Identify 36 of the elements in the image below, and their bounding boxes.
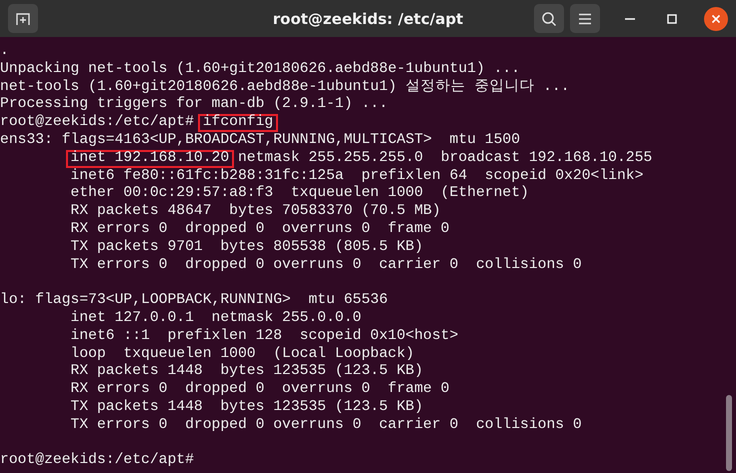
new-tab-button[interactable] xyxy=(8,4,38,33)
close-icon xyxy=(711,14,721,24)
terminal-text: TX errors 0 dropped 0 overruns 0 carrier 0 collisions 0 xyxy=(70,416,582,435)
terminal-text: . xyxy=(0,43,9,61)
terminal-text: loop txqueuelen 1000 (Local Loopback) xyxy=(70,346,414,363)
terminal-text: root@zeekids:/etc/apt# xyxy=(0,452,194,470)
menu-icon xyxy=(578,12,592,24)
terminal-text: ether 00:0c:29:57:a8:f3 txqueuelen 1000 (Ethernet) xyxy=(70,185,529,203)
scrollbar-thumb[interactable] xyxy=(726,395,732,471)
menu-button[interactable] xyxy=(570,4,600,33)
terminal-text: Processing triggers for man-db (2.9.1-1) ... xyxy=(0,96,388,114)
terminal-text: RX errors 0 dropped 0 overruns 0 frame 0 xyxy=(70,381,450,399)
terminal-text: RX errors 0 dropped 0 overruns 0 frame 0 xyxy=(70,220,450,239)
highlighted-text: inet 192.168.10.20 xyxy=(66,150,234,168)
maximize-icon xyxy=(667,14,677,24)
terminal-text: root@zeekids:/etc/apt# xyxy=(0,114,194,132)
terminal-text: inet6 ::1 prefixlen 128 scopeid 0x10<host> xyxy=(70,328,458,346)
terminal-text: net-tools (1.60+git20180626.aebd88e-1ubuntu1) 설정하는 중입니다 ... xyxy=(0,78,570,96)
terminal-text: TX packets 1448 bytes 123535 (123.5 KB) xyxy=(70,398,424,417)
search-button[interactable] xyxy=(534,4,564,33)
terminal-text: ens33: flags=4163<UP,BROADCAST,RUNNING,MULTICAST> mtu 1500 xyxy=(0,132,520,150)
minimize-icon xyxy=(625,18,635,20)
terminal-text: lo: flags=73<UP,LOOPBACK,RUNNING> mtu 65536 xyxy=(0,292,388,310)
terminal-text: TX packets 9701 bytes 805538 (805.5 KB) xyxy=(70,238,424,257)
terminal-text: TX errors 0 dropped 0 overruns 0 carrier 0 collisions 0 xyxy=(70,256,582,274)
close-button[interactable] xyxy=(704,6,728,30)
search-icon xyxy=(541,10,557,26)
terminal-text: RX packets 48647 bytes 70583370 (70.5 MB) xyxy=(70,203,441,221)
terminal-text: netmask 255.255.255.0 broadcast 192.168.10.255 xyxy=(238,150,652,168)
highlighted-text: ifconfig xyxy=(198,114,278,132)
window-title: root@zeekids: /etc/apt xyxy=(272,10,464,28)
terminal-text: inet6 fe80::61fc:b288:31fc:125a prefixlen 64 scopeid 0x20<link> xyxy=(70,168,644,185)
terminal-text: inet 127.0.0.1 netmask 255.0.0.0 xyxy=(70,310,362,328)
terminal-text: RX packets 1448 bytes 123535 (123.5 KB) xyxy=(70,363,424,381)
terminal-text: Unpacking net-tools (1.60+git20180626.aebd88e-1ubuntu1) ... xyxy=(0,60,520,79)
new-tab-icon xyxy=(15,10,31,26)
